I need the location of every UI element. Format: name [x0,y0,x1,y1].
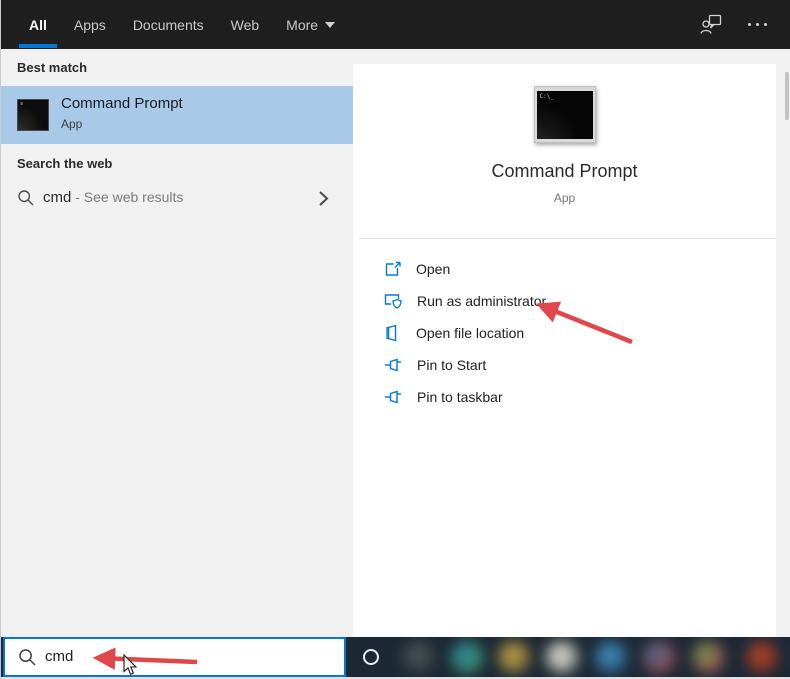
scrollbar-thumb[interactable] [785,72,789,120]
action-label: Open file location [416,325,525,341]
action-run-as-administrator[interactable]: Run as administrator [353,285,776,317]
terminal-glyph: C:\_ [539,93,554,100]
folder-location-icon [386,324,397,342]
search-icon [18,190,34,206]
app-title: Command Prompt [491,161,638,181]
tab-documents[interactable]: Documents [133,17,204,33]
search-icon [19,649,36,666]
feedback-icon[interactable] [700,14,722,35]
tab-more[interactable]: More [286,16,336,33]
chevron-down-icon [325,21,336,28]
best-match-result[interactable]: ≡ Command Prompt App [1,86,353,144]
action-label: Pin to Start [417,357,487,373]
run-as-admin-shield-icon [384,294,402,309]
action-label: Open [416,261,451,277]
open-icon [385,261,401,276]
active-tab-indicator [19,44,57,48]
pin-icon [385,358,401,372]
blurred-app-6-icon[interactable] [643,641,675,673]
tab-web[interactable]: Web [231,17,260,33]
results-panel: Best match ≡ Command Prompt App Search t… [1,49,353,636]
search-web-header: Search the web [17,156,113,171]
terminal-glyph: ≡ [20,101,24,107]
blurred-app-5-icon[interactable] [595,641,627,673]
action-open[interactable]: Open [353,253,776,285]
blurred-app-4-icon[interactable] [546,641,578,673]
tab-apps[interactable]: Apps [74,17,106,33]
web-query-suffix: - See web results [71,189,184,205]
cortana-icon[interactable] [363,649,379,665]
more-options-icon[interactable] [748,23,767,26]
tab-more-label: More [286,16,319,33]
context-actions: Open Run as administrator Open file loca… [353,253,776,413]
blurred-app-3-icon[interactable] [498,641,530,673]
search-filter-bar: All Apps Documents Web More [1,0,790,49]
chevron-right-icon[interactable] [318,190,329,207]
blurred-app-7-icon[interactable] [692,641,724,673]
action-label: Run as administrator [417,293,547,309]
search-input-value: cmd [45,648,74,665]
divider [359,238,776,239]
preview-panel: C:\_ Command Prompt App Open Run as admi… [353,64,776,638]
taskbar-search-box[interactable]: cmd [3,637,346,677]
action-label: Pin to taskbar [417,389,503,405]
action-pin-to-start[interactable]: Pin to Start [353,349,776,381]
command-prompt-icon-large: C:\_ [533,86,596,143]
web-query-text: cmd [43,189,72,206]
blurred-app-1-icon[interactable] [403,641,435,673]
command-prompt-icon: ≡ [17,99,49,131]
blurred-app-2-icon[interactable] [451,641,483,673]
blurred-app-8-icon[interactable] [746,641,778,673]
windows-search-flyout: All Apps Documents Web More Best match ≡… [0,0,790,679]
result-subtitle: App [61,117,83,131]
pin-icon [385,390,401,404]
result-title: Command Prompt [61,95,183,112]
tab-all[interactable]: All [29,17,47,33]
web-search-result[interactable]: cmd - See web results [1,180,353,218]
action-open-file-location[interactable]: Open file location [353,317,776,349]
filter-tabs: All Apps Documents Web More [29,0,336,49]
app-type-label: App [553,191,576,205]
best-match-header: Best match [17,60,88,75]
action-pin-to-taskbar[interactable]: Pin to taskbar [353,381,776,413]
